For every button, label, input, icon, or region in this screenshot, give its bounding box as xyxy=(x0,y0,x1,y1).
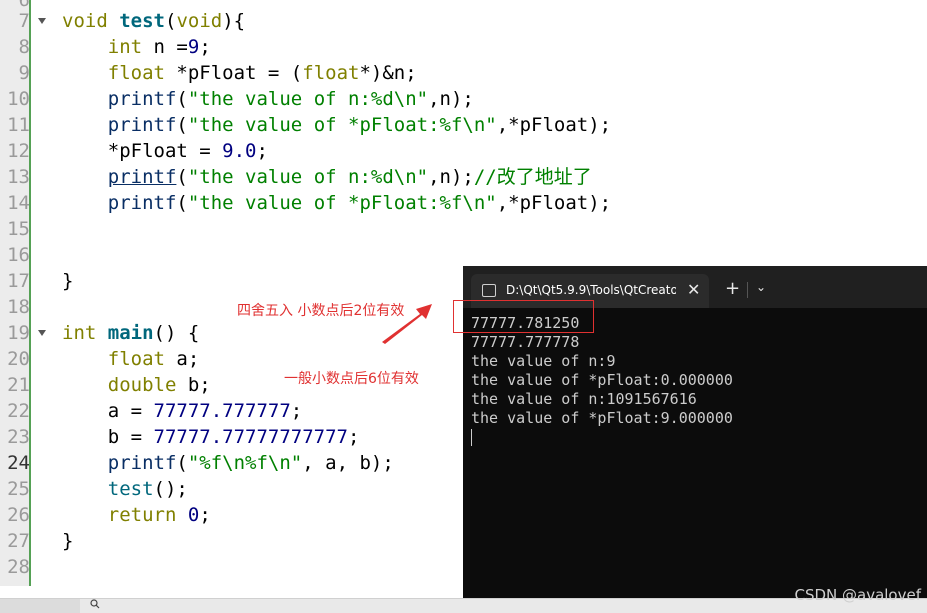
line-number-current: 24 xyxy=(7,452,30,474)
terminal-output[interactable]: 77777.781250 77777.777778 the value of n… xyxy=(471,314,733,446)
code-line: printf("the value of *pFloat:%f\n",*pFlo… xyxy=(107,192,612,214)
code-line: printf("%f\n%f\n", a, b); xyxy=(107,452,394,474)
code-line: return 0; xyxy=(107,504,211,526)
line-number: 25 xyxy=(7,478,30,500)
code-line: float a; xyxy=(107,348,200,370)
line-number: 16 xyxy=(7,244,30,266)
highlight-box xyxy=(453,300,594,333)
tab-divider xyxy=(747,282,748,298)
code-line: test(); xyxy=(107,478,188,500)
line-number: 10 xyxy=(7,88,30,110)
fold-arrow-icon[interactable] xyxy=(38,330,46,336)
terminal-tab-title: D:\Qt\Qt5.9.9\Tools\QtCreato xyxy=(506,283,676,297)
code-line: } xyxy=(62,270,74,292)
line-number: 27 xyxy=(7,530,30,552)
line-number: 19 xyxy=(7,322,30,344)
code-line: double b; xyxy=(107,374,211,396)
code-line: printf("the value of n:%d\n",n); xyxy=(107,88,474,110)
line-number: 11 xyxy=(7,114,30,136)
output-line: the value of *pFloat:9.000000 xyxy=(471,409,733,427)
watermark: CSDN @avalovef xyxy=(794,586,921,604)
code-line: b = 77777.77777777777; xyxy=(62,426,360,448)
line-number: 13 xyxy=(7,166,30,188)
line-number: 12 xyxy=(7,140,30,162)
code-line: a = 77777.777777; xyxy=(62,400,303,422)
close-icon[interactable]: ✕ xyxy=(687,280,700,299)
line-number: 9 xyxy=(18,62,30,84)
annotation-default-precision: 一般小数点后6位有效 xyxy=(284,371,419,387)
code-line: int n =9; xyxy=(107,36,211,58)
line-number: 20 xyxy=(7,348,30,370)
status-left-panel xyxy=(0,599,80,613)
chevron-down-icon[interactable]: ⌄ xyxy=(756,280,766,294)
line-number: 23 xyxy=(7,426,30,448)
code-line: float *pFloat = (float*)&n; xyxy=(107,62,417,84)
fold-arrow-icon[interactable] xyxy=(38,18,46,24)
code-line: printf("the value of n:%d\n",n);//改了地址了 xyxy=(107,166,592,188)
line-number: 18 xyxy=(7,296,30,318)
terminal-icon xyxy=(482,284,496,297)
output-line: the value of n:9 xyxy=(471,352,616,370)
output-line: the value of *pFloat:0.000000 xyxy=(471,371,733,389)
gutter-change-marker xyxy=(29,0,31,586)
line-number-gutter: 6 7 8 9 10 11 12 13 14 15 16 17 18 19 20… xyxy=(0,0,30,586)
code-line: int main() { xyxy=(62,322,200,344)
line-number: 21 xyxy=(7,374,30,396)
output-line: 77777.777778 xyxy=(471,333,580,351)
output-line: the value of n:1091567616 xyxy=(471,390,697,408)
code-line: *pFloat = 9.0; xyxy=(62,140,268,162)
line-number: 7 xyxy=(18,10,30,32)
line-number: 8 xyxy=(18,36,30,58)
line-number: 28 xyxy=(7,556,30,578)
line-number: 15 xyxy=(7,218,30,240)
line-number: 22 xyxy=(7,400,30,422)
search-icon[interactable] xyxy=(90,599,100,609)
new-tab-button[interactable]: + xyxy=(725,278,740,299)
code-line: void test(void){ xyxy=(62,10,246,32)
code-line: printf("the value of *pFloat:%f\n",*pFlo… xyxy=(107,114,612,136)
text-cursor xyxy=(471,429,472,446)
line-number: 17 xyxy=(7,270,30,292)
code-line: } xyxy=(62,530,74,552)
line-number: 26 xyxy=(7,504,30,526)
line-number: 14 xyxy=(7,192,30,214)
status-bar xyxy=(0,598,927,613)
annotation-arrow-icon xyxy=(382,304,432,344)
